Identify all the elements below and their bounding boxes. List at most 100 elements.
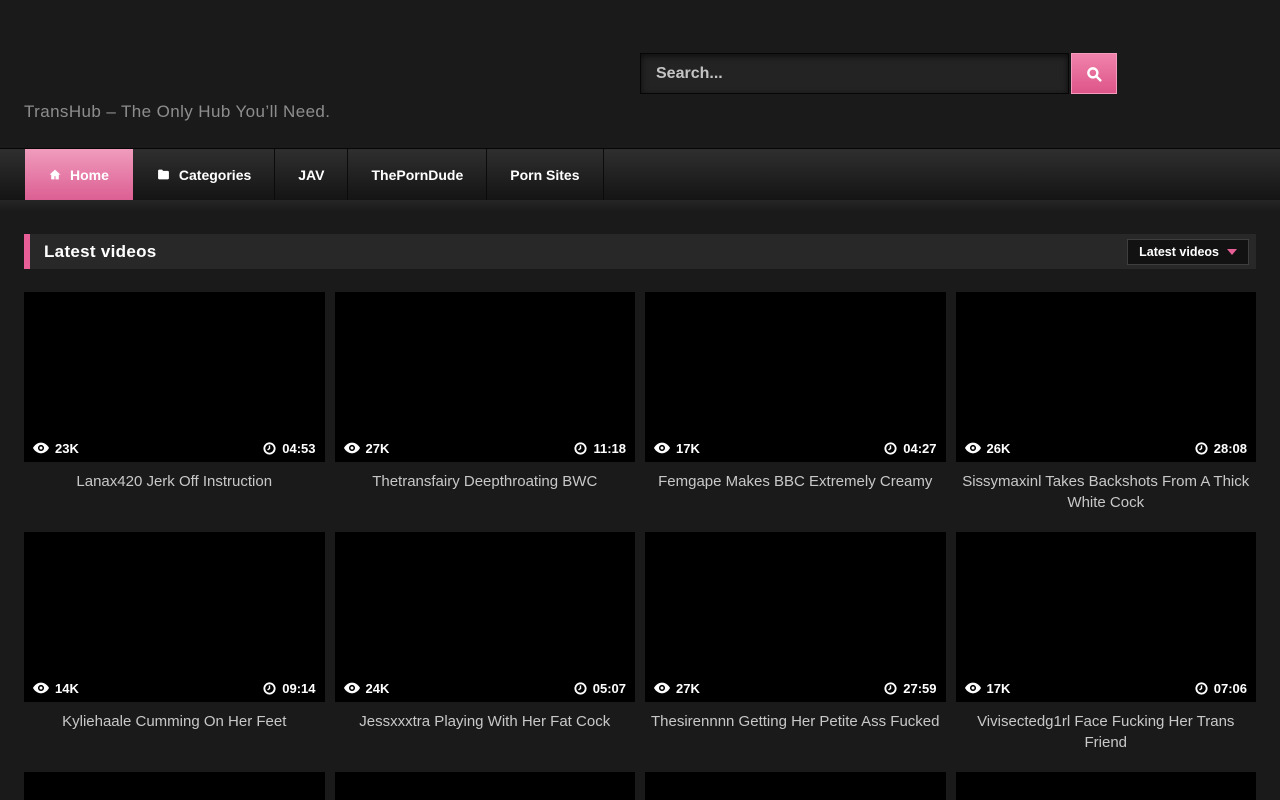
sort-dropdown[interactable]: Latest videos	[1127, 239, 1249, 265]
nav-item-jav[interactable]: JAV	[275, 149, 348, 200]
eye-icon	[654, 682, 670, 694]
eye-icon	[965, 442, 981, 454]
nav-item-theporndude[interactable]: ThePornDude	[348, 149, 487, 200]
nav-item-categories[interactable]: Categories	[133, 149, 275, 200]
duration-group: 09:14	[263, 681, 315, 696]
video-meta-bar: 17K 04:27	[645, 434, 946, 462]
video-card: 24K 05:07 Jessxxxtra Playing With Her Fa…	[335, 532, 636, 772]
video-thumbnail[interactable]: 17K 04:27	[645, 292, 946, 462]
video-grid: 23K 04:53 Lanax420 Jerk Off Instruction	[24, 292, 1256, 800]
duration-group: 04:27	[884, 441, 936, 456]
video-thumbnail[interactable]: 17K 07:06	[956, 532, 1257, 702]
video-duration: 28:08	[1214, 441, 1247, 456]
clock-icon	[884, 442, 897, 455]
duration-group: 28:08	[1195, 441, 1247, 456]
view-count-group: 23K	[33, 441, 79, 456]
search-button[interactable]	[1071, 53, 1117, 94]
clock-icon	[263, 682, 276, 695]
video-duration: 11:18	[593, 441, 626, 456]
video-card: 23K 04:53 Lanax420 Jerk Off Instruction	[24, 292, 325, 532]
search-bar	[640, 53, 1117, 94]
clock-icon	[574, 682, 587, 695]
view-count-group: 26K	[965, 441, 1011, 456]
view-count: 14K	[55, 681, 79, 696]
video-duration: 04:53	[282, 441, 315, 456]
view-count-group: 27K	[654, 681, 700, 696]
video-title[interactable]: Thetransfairy Deepthroating BWC	[335, 471, 636, 492]
home-icon	[48, 168, 62, 181]
page-header: TransHub – The Only Hub You’ll Need.	[0, 0, 1280, 148]
video-thumbnail[interactable]	[956, 772, 1257, 800]
video-thumbnail[interactable]: 23K 04:53	[24, 292, 325, 462]
caret-down-icon	[1227, 249, 1237, 255]
nav-item-label: Porn Sites	[510, 167, 579, 183]
video-card-partial	[956, 772, 1257, 800]
main-nav: Home Categories JAV ThePornDude Porn Sit…	[0, 148, 1280, 200]
duration-group: 27:59	[884, 681, 936, 696]
video-duration: 09:14	[282, 681, 315, 696]
video-title[interactable]: Kyliehaale Cumming On Her Feet	[24, 711, 325, 732]
video-card: 14K 09:14 Kyliehaale Cumming On Her Feet	[24, 532, 325, 772]
video-duration: 04:27	[903, 441, 936, 456]
video-card: 27K 27:59 Thesirennnn Getting Her Petite…	[645, 532, 946, 772]
video-duration: 05:07	[593, 681, 626, 696]
view-count: 26K	[987, 441, 1011, 456]
video-card: 17K 07:06 Vivisectedg1rl Face Fucking He…	[956, 532, 1257, 772]
view-count: 27K	[366, 441, 390, 456]
duration-group: 07:06	[1195, 681, 1247, 696]
nav-item-label: Categories	[179, 167, 251, 183]
video-title[interactable]: Lanax420 Jerk Off Instruction	[24, 471, 325, 492]
eye-icon	[33, 442, 49, 454]
nav-item-home[interactable]: Home	[25, 149, 133, 200]
video-meta-bar: 26K 28:08	[956, 434, 1257, 462]
video-card: 27K 11:18 Thetransfairy Deepthroating BW…	[335, 292, 636, 532]
video-thumbnail[interactable]: 27K 11:18	[335, 292, 636, 462]
video-duration: 27:59	[903, 681, 936, 696]
video-meta-bar: 17K 07:06	[956, 674, 1257, 702]
video-thumbnail[interactable]	[335, 772, 636, 800]
search-input[interactable]	[640, 53, 1069, 94]
view-count-group: 24K	[344, 681, 390, 696]
site-tagline: TransHub – The Only Hub You’ll Need.	[24, 102, 330, 122]
video-title[interactable]: Thesirennnn Getting Her Petite Ass Fucke…	[645, 711, 946, 732]
clock-icon	[574, 442, 587, 455]
clock-icon	[1195, 442, 1208, 455]
nav-item-label: JAV	[298, 167, 324, 183]
eye-icon	[965, 682, 981, 694]
video-thumbnail[interactable]: 27K 27:59	[645, 532, 946, 702]
video-card: 17K 04:27 Femgape Makes BBC Extremely Cr…	[645, 292, 946, 532]
view-count: 17K	[987, 681, 1011, 696]
nav-item-porn-sites[interactable]: Porn Sites	[487, 149, 603, 200]
clock-icon	[1195, 682, 1208, 695]
eye-icon	[344, 442, 360, 454]
video-card: 26K 28:08 Sissymaxinl Takes Backshots Fr…	[956, 292, 1257, 532]
video-meta-bar: 27K 11:18	[335, 434, 636, 462]
video-thumbnail[interactable]: 24K 05:07	[335, 532, 636, 702]
video-thumbnail[interactable]: 26K 28:08	[956, 292, 1257, 462]
video-title[interactable]: Jessxxxtra Playing With Her Fat Cock	[335, 711, 636, 732]
view-count-group: 17K	[654, 441, 700, 456]
view-count: 24K	[366, 681, 390, 696]
video-title[interactable]: Sissymaxinl Takes Backshots From A Thick…	[956, 471, 1257, 514]
eye-icon	[33, 682, 49, 694]
video-title[interactable]: Vivisectedg1rl Face Fucking Her Trans Fr…	[956, 711, 1257, 754]
eye-icon	[654, 442, 670, 454]
video-thumbnail[interactable]	[24, 772, 325, 800]
video-meta-bar: 14K 09:14	[24, 674, 325, 702]
nav-shadow-divider	[0, 200, 1280, 212]
sort-dropdown-value: Latest videos	[1139, 245, 1219, 259]
duration-group: 04:53	[263, 441, 315, 456]
duration-group: 11:18	[574, 441, 626, 456]
eye-icon	[344, 682, 360, 694]
view-count-group: 27K	[344, 441, 390, 456]
video-thumbnail[interactable]	[645, 772, 946, 800]
folder-icon	[156, 168, 171, 181]
clock-icon	[263, 442, 276, 455]
section-header: Latest videos Latest videos	[24, 234, 1256, 269]
video-thumbnail[interactable]: 14K 09:14	[24, 532, 325, 702]
video-title[interactable]: Femgape Makes BBC Extremely Creamy	[645, 471, 946, 492]
search-icon	[1085, 65, 1103, 83]
view-count: 23K	[55, 441, 79, 456]
view-count-group: 14K	[33, 681, 79, 696]
video-card-partial	[335, 772, 636, 800]
